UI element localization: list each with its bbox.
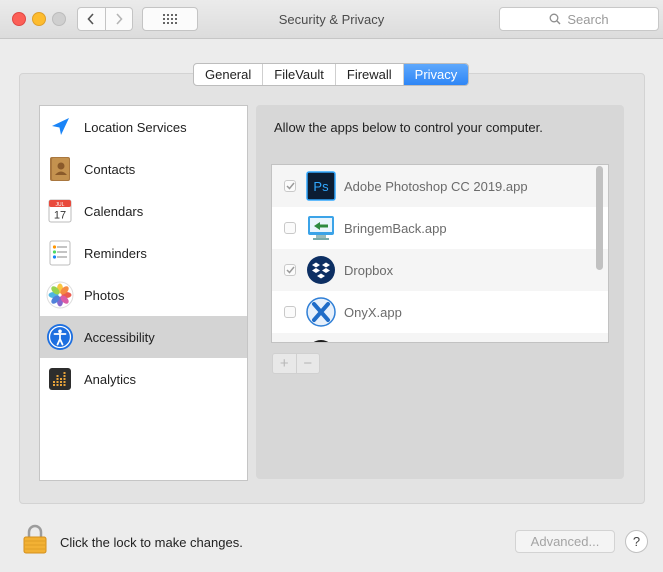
sidebar-item-accessibility[interactable]: Accessibility <box>40 316 247 358</box>
photoshop-icon: Ps <box>306 171 336 201</box>
sidebar-item-analytics[interactable]: Analytics <box>40 358 247 400</box>
list-item-photoshop[interactable]: Ps Adobe Photoshop CC 2019.app <box>272 165 608 207</box>
app-checkbox-photoshop[interactable] <box>284 180 296 192</box>
app-name: BringemBack.app <box>344 220 447 236</box>
search-icon <box>549 13 561 25</box>
sidebar-item-photos[interactable]: Photos <box>40 274 247 316</box>
help-button[interactable]: ? <box>625 530 648 553</box>
photoshop-icon-text: Ps <box>313 179 329 194</box>
sidebar-item-contacts[interactable]: Contacts <box>40 148 247 190</box>
sidebar-item-reminders[interactable]: Reminders <box>40 232 247 274</box>
sidebar-item-label: Photos <box>84 287 125 303</box>
search-placeholder: Search <box>567 11 609 27</box>
calendar-icon: JUL 17 <box>48 199 72 223</box>
app-checkbox-bringemback[interactable] <box>284 222 296 234</box>
list-scrollbar[interactable] <box>596 166 603 270</box>
list-item-onyx[interactable]: OnyX.app <box>272 291 608 333</box>
sidebar-item-label: Location Services <box>84 119 187 135</box>
sidebar-item-label: Contacts <box>84 161 136 177</box>
list-item-partial <box>272 333 608 342</box>
lock-icon[interactable] <box>22 524 48 554</box>
title-bar: Security & Privacy Search <box>0 0 663 39</box>
remove-app-button[interactable]: − <box>297 354 320 373</box>
app-list: Ps Adobe Photoshop CC 2019.app BringemBa… <box>271 164 609 343</box>
checkmark-icon <box>285 182 295 190</box>
dropbox-icon <box>307 256 335 284</box>
app-name: Adobe Photoshop CC 2019.app <box>344 178 528 194</box>
tab-firewall[interactable]: Firewall <box>336 64 404 85</box>
advanced-button[interactable]: Advanced... <box>515 530 615 553</box>
calendar-day-text: 17 <box>54 210 66 222</box>
tab-filevault[interactable]: FileVault <box>263 64 336 85</box>
add-app-button[interactable]: + <box>273 354 297 373</box>
app-icon-partial <box>313 340 329 342</box>
contacts-book-icon <box>50 157 70 181</box>
app-name: OnyX.app <box>344 304 402 320</box>
add-remove-control: + − <box>272 353 320 374</box>
location-arrow-icon <box>52 118 69 135</box>
tab-general[interactable]: General <box>194 64 264 85</box>
analytics-bars-icon <box>49 368 71 390</box>
bringemback-icon <box>308 216 334 240</box>
list-item-bringemback[interactable]: BringemBack.app <box>272 207 608 249</box>
reminders-list-icon <box>49 240 71 266</box>
sidebar-item-location-services[interactable]: Location Services <box>40 106 247 148</box>
sidebar-item-label: Reminders <box>84 245 147 261</box>
app-checkbox-onyx[interactable] <box>284 306 296 318</box>
checkmark-icon <box>285 266 295 274</box>
lock-message: Click the lock to make changes. <box>60 535 243 550</box>
sidebar-item-label: Calendars <box>84 203 144 219</box>
calendar-month-text: JUL <box>56 202 65 208</box>
sidebar-item-calendars[interactable]: JUL 17 Calendars <box>40 190 247 232</box>
accessibility-person-icon <box>47 324 73 350</box>
app-name: Dropbox <box>344 262 394 278</box>
list-item-dropbox[interactable]: Dropbox <box>272 249 608 291</box>
app-checkbox-dropbox[interactable] <box>284 264 296 276</box>
tab-bar: General FileVault Firewall Privacy <box>193 63 470 86</box>
photos-flower-icon <box>46 281 74 309</box>
sidebar-item-label: Accessibility <box>84 329 155 345</box>
privacy-category-list: Location Services Contacts JUL 17 Calend… <box>39 105 248 481</box>
panel-instruction: Allow the apps below to control your com… <box>274 120 543 135</box>
search-field[interactable]: Search <box>499 7 659 31</box>
tab-privacy[interactable]: Privacy <box>403 64 469 85</box>
sidebar-item-label: Analytics <box>84 371 137 387</box>
onyx-icon <box>306 297 336 327</box>
preferences-window: Security & Privacy Search General FileVa… <box>0 0 663 572</box>
